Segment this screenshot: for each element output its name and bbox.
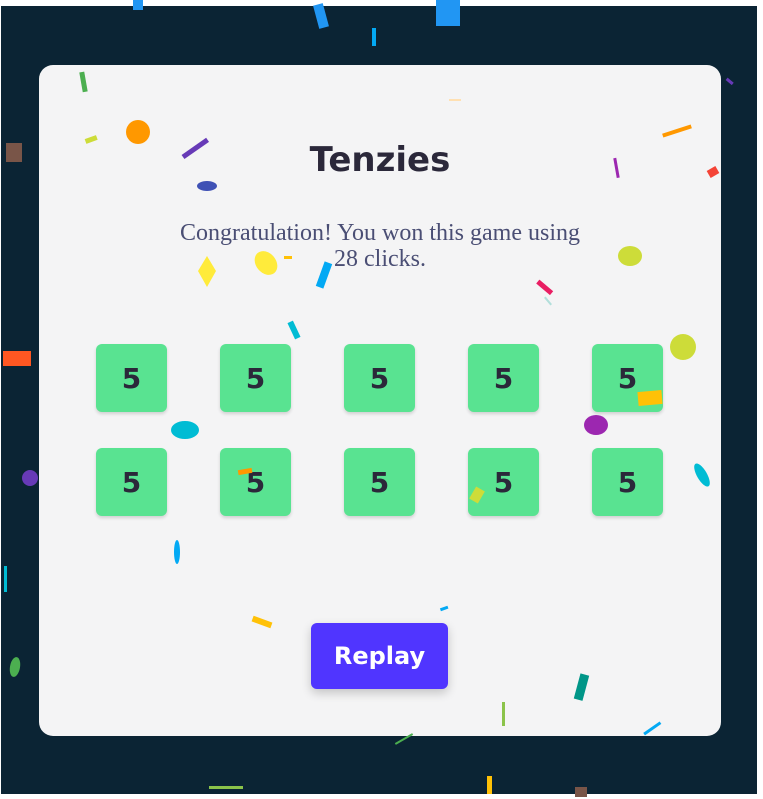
replay-button[interactable]: Replay <box>311 623 448 689</box>
die[interactable]: 5 <box>220 344 291 412</box>
game-title: Tenzies <box>309 140 451 180</box>
die[interactable]: 5 <box>96 448 167 516</box>
die[interactable]: 5 <box>592 344 663 412</box>
die[interactable]: 5 <box>220 448 291 516</box>
die[interactable]: 5 <box>344 448 415 516</box>
die[interactable]: 5 <box>96 344 167 412</box>
game-panel: Tenzies Congratulation! You won this gam… <box>39 65 721 736</box>
die[interactable]: 5 <box>344 344 415 412</box>
die[interactable]: 5 <box>468 344 539 412</box>
dice-grid: 5 5 5 5 5 5 5 5 5 5 <box>96 344 664 516</box>
win-message: Congratulation! You won this game using … <box>180 220 580 272</box>
die[interactable]: 5 <box>592 448 663 516</box>
die[interactable]: 5 <box>468 448 539 516</box>
game-background: Tenzies Congratulation! You won this gam… <box>1 6 757 794</box>
